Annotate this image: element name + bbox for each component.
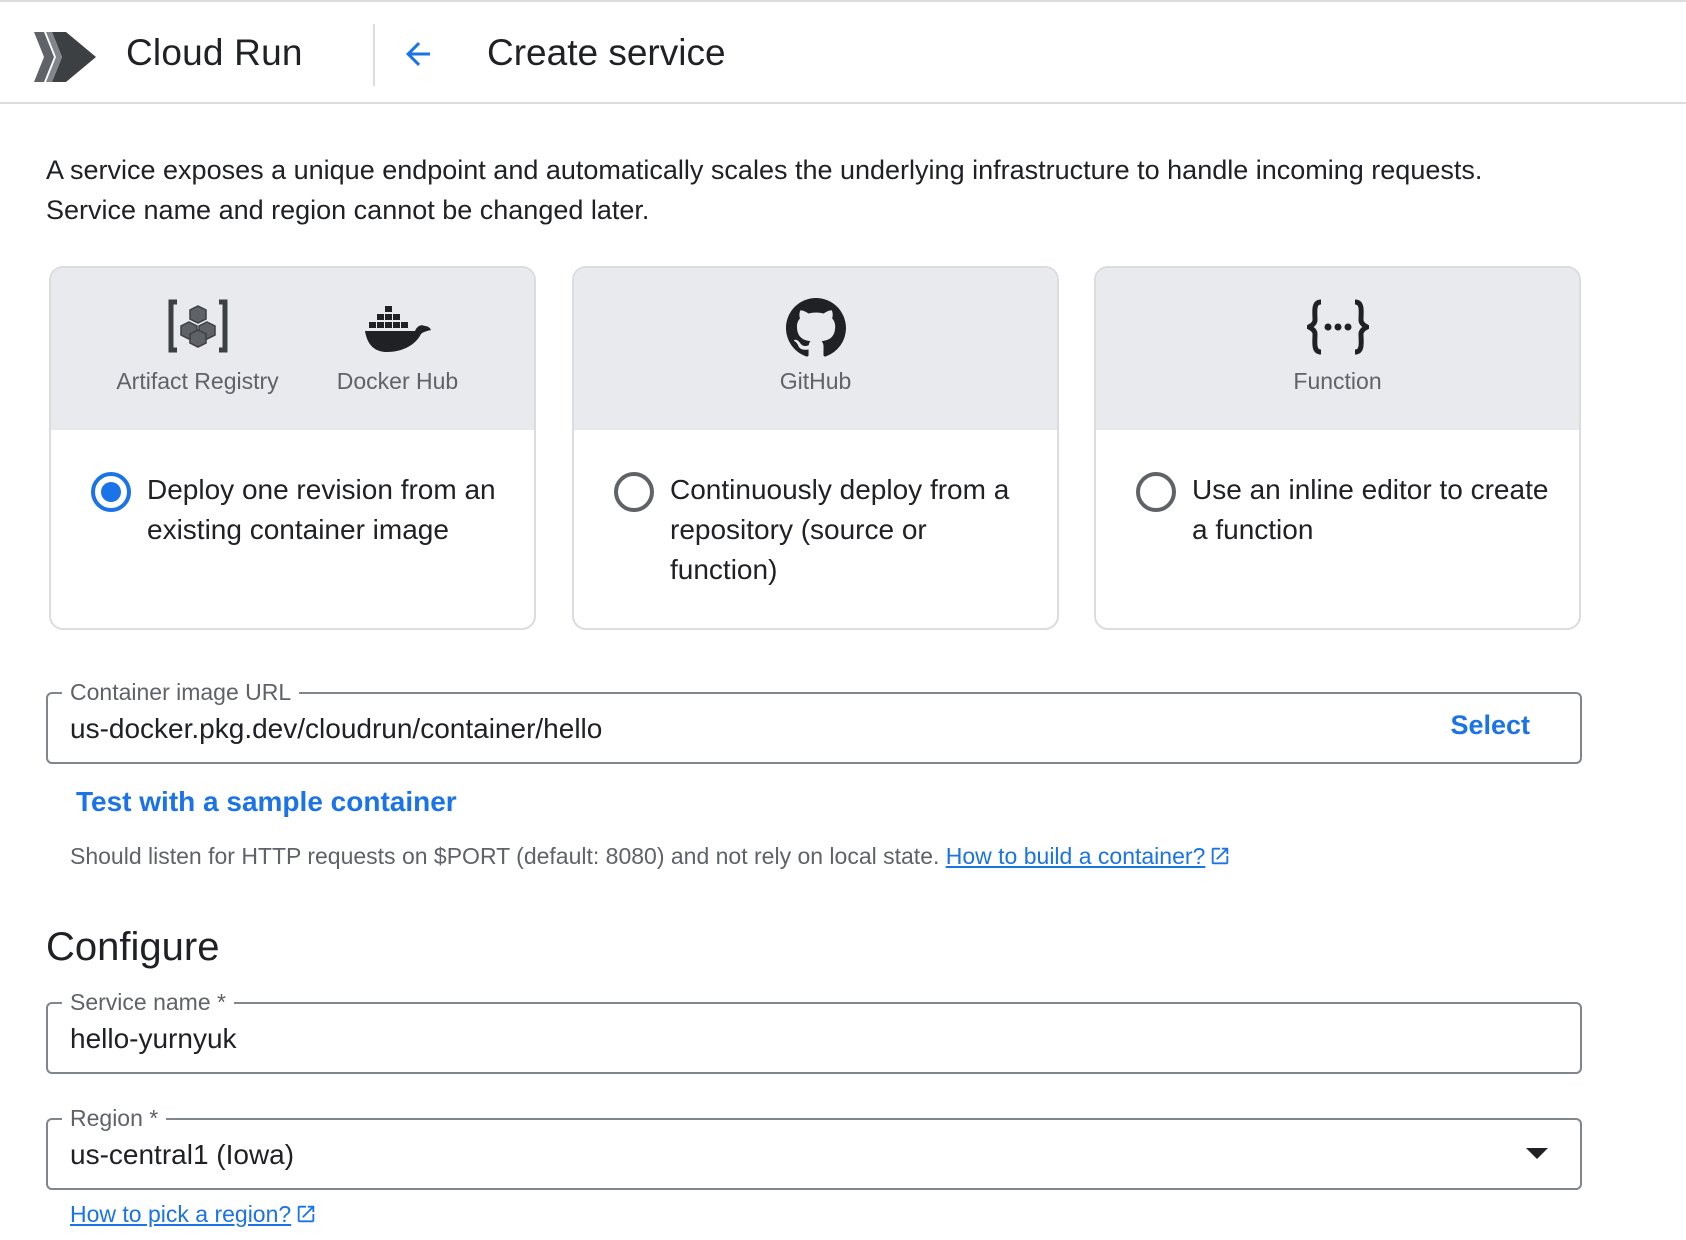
source-label: Docker Hub — [336, 368, 459, 394]
container-image-url-field[interactable]: Container image URL us-docker.pkg.dev/cl… — [46, 677, 1582, 764]
product-name: Cloud Run — [126, 32, 303, 73]
card-description: Deploy one revision from an existing con… — [147, 474, 496, 545]
field-label: Region * — [62, 1103, 167, 1133]
artifact-registry-icon — [168, 299, 227, 353]
card-body: Deploy one revision from an existing con… — [51, 430, 534, 550]
header-divider — [373, 24, 375, 86]
create-service-page: Cloud Run Create service A service expos… — [0, 0, 1686, 1240]
intro-description: A service exposes a unique endpoint and … — [46, 150, 1606, 230]
configure-heading: Configure — [46, 925, 220, 969]
page-title: Create service — [487, 32, 726, 73]
test-sample-container-link[interactable]: Test with a sample container — [76, 786, 457, 818]
source-docker-hub: Docker Hub — [303, 298, 493, 395]
open-in-new-icon — [297, 1205, 315, 1223]
how-to-pick-region-link[interactable]: How to pick a region? — [70, 1201, 317, 1227]
region-value[interactable]: us-central1 (Iowa) — [70, 1137, 294, 1173]
back-button[interactable] — [392, 28, 444, 80]
source-label: Function — [1293, 368, 1382, 394]
field-label: Service name * — [62, 987, 234, 1017]
top-bar: Cloud Run Create service — [0, 0, 1686, 104]
card-header: GitHub — [574, 268, 1057, 430]
region-help: How to pick a region? — [70, 1198, 317, 1230]
source-card-container-image[interactable]: Artifact Registry Docker Hub Deploy one … — [49, 266, 536, 630]
open-in-new-icon — [1212, 847, 1229, 865]
card-description: Continuously deploy from a repository (s… — [670, 474, 1010, 585]
card-header: Artifact Registry Docker Hub — [51, 268, 534, 430]
source-artifact-registry: Artifact Registry — [93, 298, 303, 395]
source-card-function[interactable]: Function Use an inline editor to create … — [1094, 266, 1581, 630]
source-function: Function — [1243, 298, 1433, 395]
function-icon — [1306, 299, 1369, 355]
intro-line-2: Service name and region cannot be change… — [46, 195, 650, 225]
radio-inline-editor[interactable] — [1136, 472, 1176, 512]
source-label: Artifact Registry — [116, 368, 279, 394]
container-image-url-input[interactable]: us-docker.pkg.dev/cloudrun/container/hel… — [70, 711, 602, 747]
radio-deploy-revision[interactable] — [91, 472, 131, 512]
link-label: How to build a container? — [945, 843, 1206, 869]
radio-continuous-deploy[interactable] — [614, 472, 654, 512]
source-github: GitHub — [721, 298, 911, 395]
card-header: Function — [1096, 268, 1579, 430]
github-icon — [785, 298, 846, 357]
region-select[interactable]: Region * us-central1 (Iowa) — [46, 1103, 1582, 1190]
card-description: Use an inline editor to create a functio… — [1192, 474, 1549, 545]
arrow-back-icon — [406, 42, 430, 66]
service-name-input[interactable]: hello-yurnyuk — [70, 1021, 237, 1057]
cloud-run-logo-icon — [34, 32, 96, 82]
service-name-field[interactable]: Service name * hello-yurnyuk — [46, 987, 1582, 1074]
field-label: Container image URL — [62, 677, 300, 707]
card-body: Continuously deploy from a repository (s… — [574, 430, 1057, 590]
source-label: GitHub — [779, 368, 852, 394]
hint-text: Should listen for HTTP requests on $PORT… — [70, 843, 940, 869]
intro-line-1: A service exposes a unique endpoint and … — [46, 155, 1483, 185]
how-to-build-container-link[interactable]: How to build a container? — [946, 843, 1232, 869]
card-body: Use an inline editor to create a functio… — [1096, 430, 1579, 550]
container-hint: Should listen for HTTP requests on $PORT… — [70, 840, 1231, 872]
source-card-github[interactable]: GitHub Continuously deploy from a reposi… — [572, 266, 1059, 630]
dropdown-arrow-icon[interactable] — [1526, 1148, 1548, 1159]
docker-icon — [364, 306, 431, 352]
select-image-button[interactable]: Select — [1450, 710, 1530, 741]
link-label: How to pick a region? — [70, 1201, 292, 1227]
